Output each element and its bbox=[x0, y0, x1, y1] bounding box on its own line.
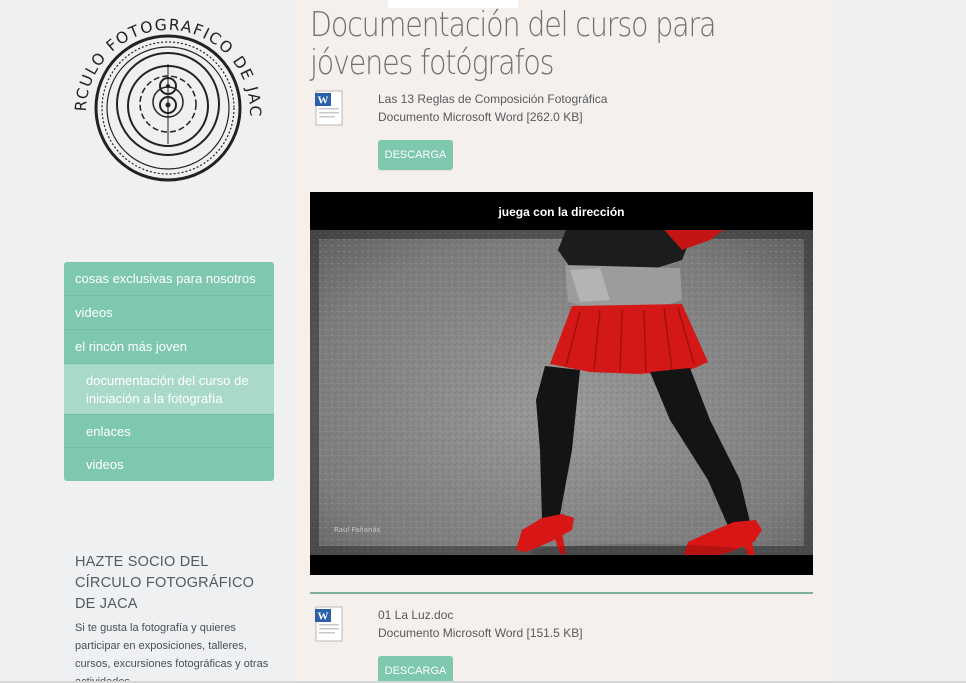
photo-caption: juega con la dirección bbox=[310, 192, 813, 230]
svg-text:Raul Fañanás: Raul Fañanás bbox=[334, 526, 381, 534]
nav-item-rincon-joven[interactable]: el rincón más joven bbox=[64, 330, 274, 364]
svg-text:W: W bbox=[318, 95, 329, 107]
page-title: Documentación del curso para jóvenes fot… bbox=[310, 5, 717, 83]
download-button[interactable]: DESCARGA bbox=[378, 656, 453, 683]
download-button[interactable]: DESCARGA bbox=[378, 140, 453, 170]
word-document-icon: W bbox=[315, 90, 343, 126]
nav-item-cosas-exclusivas[interactable]: cosas exclusivas para nosotros bbox=[64, 262, 274, 296]
sidebar-nav: cosas exclusivas para nosotros videos el… bbox=[64, 262, 274, 481]
photo-gallery[interactable]: juega con la dirección Raul Fañanás bbox=[310, 192, 813, 575]
document-item: W Las 13 Reglas de Composición Fotográfi… bbox=[310, 90, 810, 170]
sidebar: CIRCULO FOTOGRAFICO DE JACA cosas exclus… bbox=[0, 0, 293, 683]
main-content: Documentación del curso para jóvenes fot… bbox=[293, 0, 833, 683]
document-name[interactable]: Las 13 Reglas de Composición Fotográfica bbox=[378, 90, 607, 108]
promo-title: HAZTE SOCIO DEL CÍRCULO FOTOGRÁFICO DE J… bbox=[75, 554, 255, 612]
photo-red-skirt-walk: Raul Fañanás bbox=[310, 230, 813, 555]
document-meta: Documento Microsoft Word [151.5 KB] bbox=[378, 626, 583, 640]
section-divider bbox=[310, 592, 813, 594]
word-document-icon: W bbox=[315, 606, 343, 642]
nav-item-videos-sub[interactable]: videos bbox=[64, 448, 274, 481]
document-meta: Documento Microsoft Word [262.0 KB] bbox=[378, 110, 583, 124]
nav-item-enlaces[interactable]: enlaces bbox=[64, 415, 274, 448]
club-logo[interactable]: CIRCULO FOTOGRAFICO DE JACA bbox=[68, 4, 268, 192]
nav-item-videos[interactable]: videos bbox=[64, 296, 274, 330]
membership-promo: HAZTE SOCIO DEL CÍRCULO FOTOGRÁFICO DE J… bbox=[75, 552, 275, 683]
promo-text: Si te gusta la fotografía y quieres part… bbox=[75, 622, 269, 683]
nav-item-documentacion-curso[interactable]: documentación del curso de iniciación a … bbox=[64, 364, 274, 415]
document-name[interactable]: 01 La Luz.doc bbox=[378, 606, 453, 624]
svg-text:W: W bbox=[318, 611, 329, 623]
document-item: W 01 La Luz.doc Documento Microsoft Word… bbox=[310, 606, 810, 683]
